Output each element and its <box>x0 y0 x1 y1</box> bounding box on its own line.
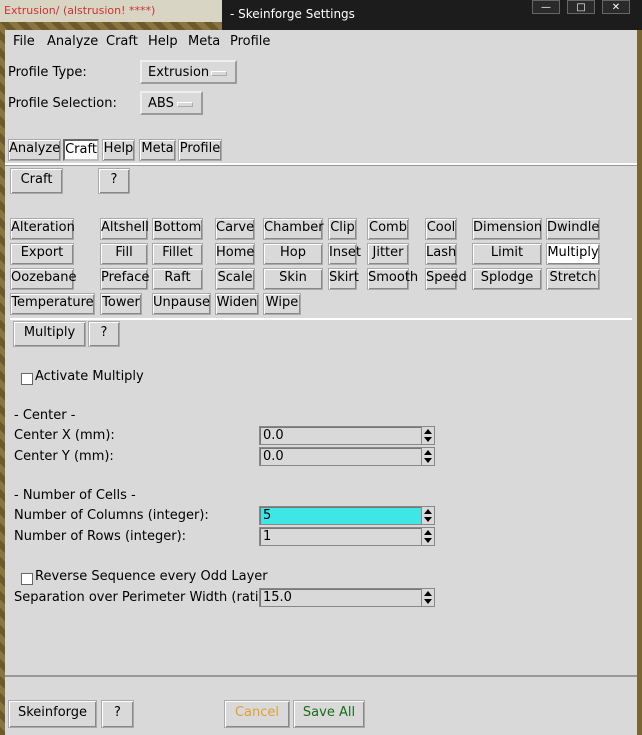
plugin-button-raft[interactable]: Raft <box>152 268 203 290</box>
plugin-button-scale[interactable]: Scale <box>215 268 255 290</box>
plugin-button-unpause[interactable]: Unpause <box>152 293 211 315</box>
plugin-button-alteration[interactable]: Alteration <box>10 218 75 240</box>
menu-meta[interactable]: Meta <box>188 34 220 49</box>
plugin-button-cool[interactable]: Cool <box>425 218 457 240</box>
spin-arrows-icon[interactable] <box>421 528 434 545</box>
menu-analyze[interactable]: Analyze <box>47 34 98 49</box>
profile-selection-value: ABS <box>148 96 174 111</box>
cells-section-header: - Number of Cells - <box>14 488 136 503</box>
columns-spinbox[interactable]: 5 <box>259 506 435 525</box>
plugin-button-altshell[interactable]: Altshell <box>100 218 149 240</box>
rows-value: 1 <box>263 529 272 544</box>
plugin-button-limit[interactable]: Limit <box>472 243 542 265</box>
spin-arrows-icon[interactable] <box>421 448 434 465</box>
footer-help-button[interactable]: ? <box>101 700 134 728</box>
plugin-button-speed[interactable]: Speed <box>425 268 467 290</box>
center-y-label: Center Y (mm): <box>14 449 114 464</box>
profile-selection-select[interactable]: ABS <box>140 91 203 115</box>
plugin-button-lash[interactable]: Lash <box>425 243 457 265</box>
separation-label: Separation over Perimeter Width (ratio): <box>14 590 276 605</box>
activate-multiply-checkbox[interactable] <box>21 373 33 385</box>
plugin-button-dimension[interactable]: Dimension <box>472 218 542 240</box>
menu-craft[interactable]: Craft <box>106 34 138 49</box>
craft-help-button[interactable]: ? <box>98 168 130 194</box>
separation-value: 15.0 <box>263 590 292 605</box>
tab-meta[interactable]: Meta <box>139 139 176 161</box>
window-client-area: File Analyze Craft Help Meta Profile Pro… <box>5 30 637 735</box>
plugin-button-export[interactable]: Export <box>10 243 74 265</box>
plugin-button-inset[interactable]: Inset <box>328 243 361 265</box>
footer-separator <box>5 675 637 677</box>
plugin-button-fill[interactable]: Fill <box>100 243 148 265</box>
minimize-button[interactable]: — <box>532 0 560 14</box>
menu-profile[interactable]: Profile <box>230 34 270 49</box>
plugin-button-jitter[interactable]: Jitter <box>367 243 409 265</box>
columns-label: Number of Columns (integer): <box>14 508 209 523</box>
plugin-button-bottom[interactable]: Bottom <box>152 218 203 240</box>
spin-arrows-icon[interactable] <box>421 427 434 444</box>
plugin-button-wipe[interactable]: Wipe <box>263 293 301 315</box>
profile-selection-label: Profile Selection: <box>8 96 117 111</box>
plugin-button-carve[interactable]: Carve <box>215 218 255 240</box>
window-title: - Skeinforge Settings <box>230 7 355 21</box>
separator <box>5 163 637 166</box>
center-x-label: Center X (mm): <box>14 428 115 443</box>
profile-type-label: Profile Type: <box>8 65 87 80</box>
reverse-sequence-label: Reverse Sequence every Odd Layer <box>35 569 268 584</box>
option-menu-indicator-icon <box>211 71 227 76</box>
profile-type-value: Extrusion <box>148 65 210 80</box>
activate-multiply-label: Activate Multiply <box>35 369 144 384</box>
rows-spinbox[interactable]: 1 <box>259 527 435 546</box>
plugin-button-tower[interactable]: Tower <box>100 293 142 315</box>
craft-button[interactable]: Craft <box>10 168 63 194</box>
tab-craft[interactable]: Craft <box>63 139 99 161</box>
center-y-spinbox[interactable]: 0.0 <box>259 447 435 466</box>
tab-profile[interactable]: Profile <box>178 139 222 161</box>
plugin-button-splodge[interactable]: Splodge <box>472 268 542 290</box>
center-x-spinbox[interactable]: 0.0 <box>259 426 435 445</box>
center-section-header: - Center - <box>14 408 76 423</box>
option-menu-indicator-icon <box>177 102 193 107</box>
menu-bar: File Analyze Craft Help Meta Profile <box>5 30 637 54</box>
plugin-button-stretch[interactable]: Stretch <box>546 268 600 290</box>
profile-type-select[interactable]: Extrusion <box>140 60 237 84</box>
close-button[interactable]: ✕ <box>602 0 630 14</box>
multiply-panel: Multiply ? Activate Multiply - Center - … <box>10 318 632 680</box>
rows-label: Number of Rows (integer): <box>14 529 187 544</box>
tab-help[interactable]: Help <box>102 139 135 161</box>
multiply-help-button[interactable]: ? <box>88 321 120 347</box>
plugin-button-smooth[interactable]: Smooth <box>367 268 418 290</box>
columns-value: 5 <box>263 508 272 523</box>
plugin-button-hop[interactable]: Hop <box>263 243 323 265</box>
skeinforge-button[interactable]: Skeinforge <box>8 700 97 728</box>
spin-arrows-icon[interactable] <box>421 507 434 524</box>
plugin-button-clip[interactable]: Clip <box>328 218 357 240</box>
cancel-button[interactable]: Cancel <box>224 700 290 728</box>
plugin-button-multiply[interactable]: Multiply <box>546 243 600 265</box>
plugin-button-oozebane[interactable]: Oozebane <box>10 268 76 290</box>
menu-file[interactable]: File <box>13 34 35 49</box>
title-bar[interactable]: - Skeinforge Settings — □ ✕ <box>222 0 642 30</box>
separation-spinbox[interactable]: 15.0 <box>259 588 435 607</box>
plugin-button-skin[interactable]: Skin <box>263 268 323 290</box>
multiply-button[interactable]: Multiply <box>13 321 86 347</box>
plugin-button-preface[interactable]: Preface <box>100 268 149 290</box>
plugin-button-chamber[interactable]: Chamber <box>263 218 324 240</box>
plugin-button-home[interactable]: Home <box>215 243 255 265</box>
plugin-button-widen[interactable]: Widen <box>215 293 259 315</box>
spin-arrows-icon[interactable] <box>421 589 434 606</box>
menu-help[interactable]: Help <box>148 34 178 49</box>
tab-analyze[interactable]: Analyze <box>8 139 61 161</box>
plugin-button-skirt[interactable]: Skirt <box>328 268 359 290</box>
plugin-button-fillet[interactable]: Fillet <box>152 243 203 265</box>
reverse-sequence-checkbox[interactable] <box>21 573 33 585</box>
save-all-button[interactable]: Save All <box>293 700 365 728</box>
plugin-button-dwindle[interactable]: Dwindle <box>546 218 600 240</box>
center-y-value: 0.0 <box>263 449 284 464</box>
center-x-value: 0.0 <box>263 428 284 443</box>
plugin-button-temperature[interactable]: Temperature <box>10 293 95 315</box>
plugin-button-comb[interactable]: Comb <box>367 218 409 240</box>
skeinforge-settings-window: - Skeinforge Settings — □ ✕ File Analyze… <box>0 0 642 735</box>
maximize-button[interactable]: □ <box>567 0 595 14</box>
